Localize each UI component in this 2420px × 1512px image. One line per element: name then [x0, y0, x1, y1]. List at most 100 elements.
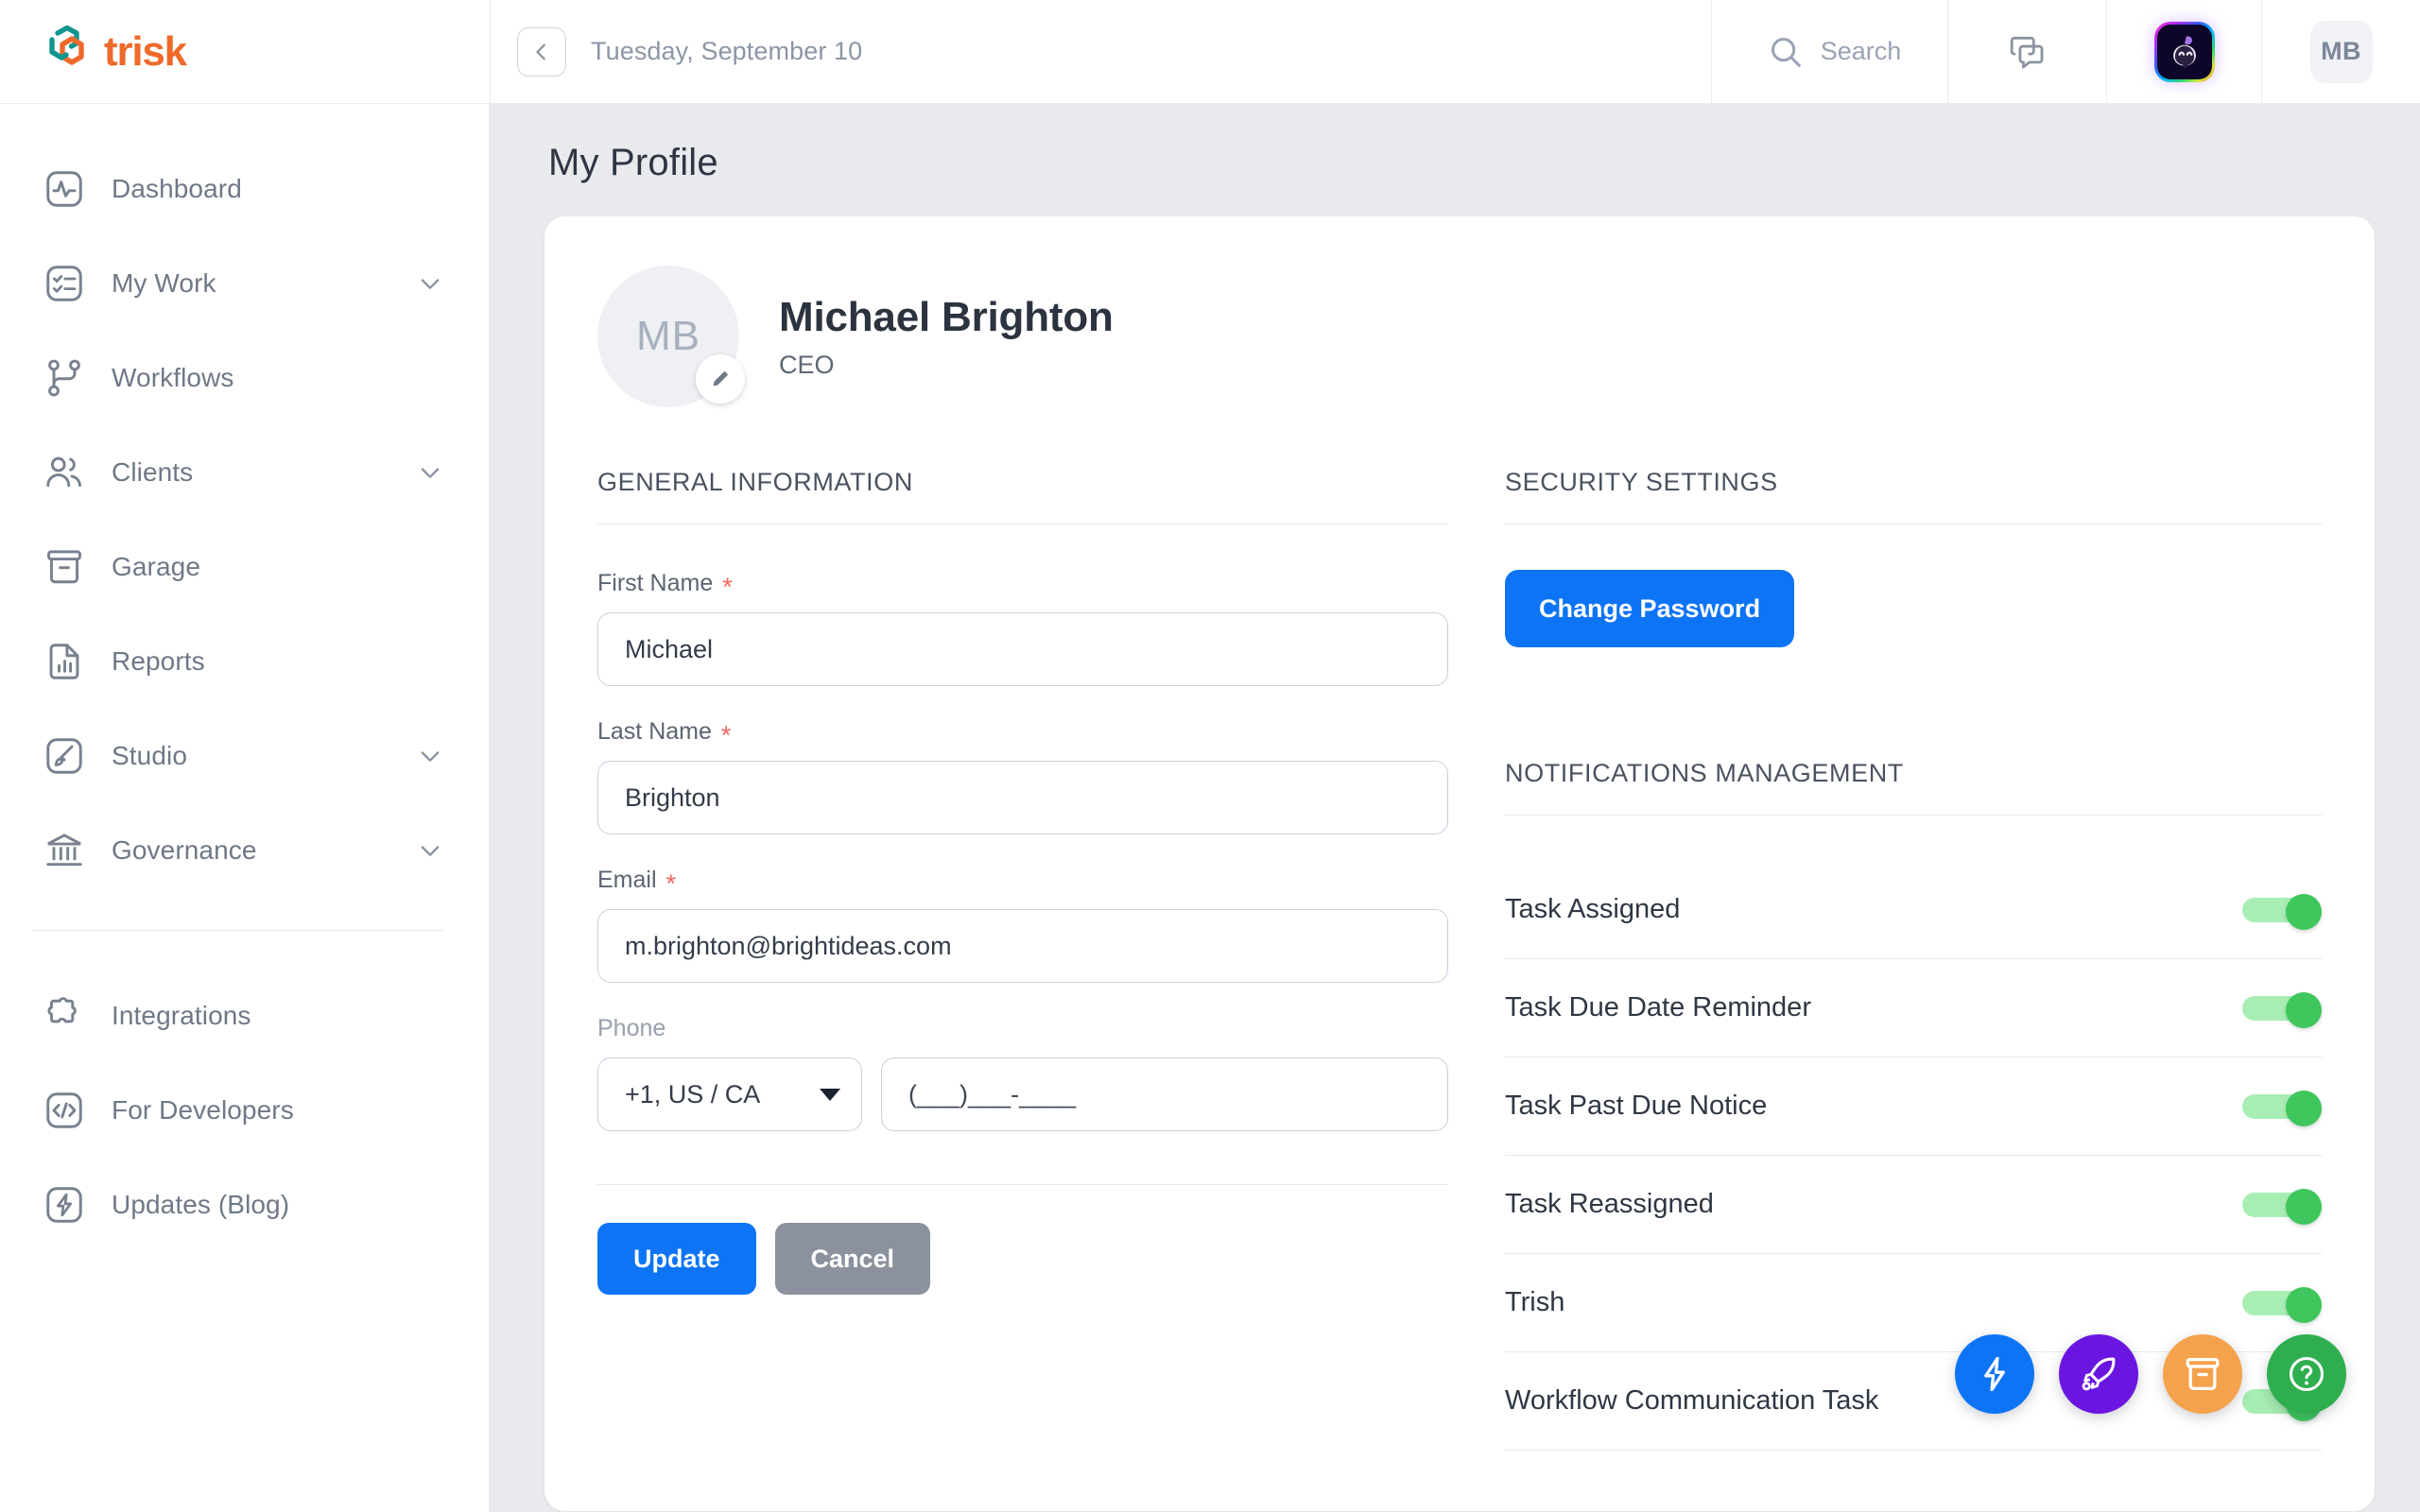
sidebar-item-governance[interactable]: Governance	[0, 803, 489, 898]
sidebar-item-label: Clients	[112, 457, 194, 487]
user-avatar-button[interactable]: MB	[2261, 0, 2420, 103]
brand-name: trisk	[104, 27, 187, 75]
sidebar-item-for-developers[interactable]: For Developers	[0, 1063, 489, 1158]
sidebar-item-studio[interactable]: Studio	[0, 709, 489, 803]
required-marker: *	[666, 869, 677, 898]
sidebar-item-label: Updates (Blog)	[112, 1190, 290, 1219]
update-button[interactable]: Update	[597, 1223, 756, 1295]
general-information-section: GENERAL INFORMATION First Name * Last Na…	[597, 468, 1448, 1451]
toggle-knob	[2286, 1188, 2322, 1225]
profile-avatar-wrap: MB	[597, 266, 745, 407]
profile-card: MB Michael Brighton CEO GENERAL INFORMAT…	[544, 216, 2375, 1511]
notification-toggle[interactable]	[2242, 991, 2322, 1028]
users-icon	[46, 456, 81, 488]
garage-fab[interactable]	[2163, 1334, 2242, 1414]
sidebar-item-label: Dashboard	[112, 174, 242, 203]
toggle-knob	[2286, 893, 2322, 930]
cancel-button[interactable]: Cancel	[774, 1223, 931, 1295]
rocket-icon	[2082, 1357, 2116, 1391]
sidebar-collapse-button[interactable]	[517, 26, 566, 77]
sidebar-item-workflows[interactable]: Workflows	[0, 331, 489, 425]
chevron-left-icon	[536, 43, 545, 60]
sidebar-item-garage[interactable]: Garage	[0, 520, 489, 614]
chevron-down-icon[interactable]	[417, 459, 443, 486]
sidebar-item-label: Workflows	[112, 363, 234, 392]
email-label-text: Email	[597, 867, 657, 893]
page-user-name: Michael Brighton	[779, 293, 1114, 340]
search-placeholder-label: Search	[1820, 37, 1902, 65]
notification-label: Trish	[1505, 1287, 1565, 1317]
form-actions: Update Cancel	[597, 1223, 1448, 1295]
archive-box-icon	[2186, 1357, 2220, 1391]
page-user-role: CEO	[779, 350, 835, 379]
avatar-edit-button[interactable]	[696, 354, 745, 404]
search-button[interactable]: Search	[1711, 0, 1947, 103]
sidebar-item-label: Garage	[112, 552, 200, 581]
activity-pulse-icon	[46, 171, 82, 207]
chevron-down-icon[interactable]	[417, 837, 443, 864]
ai-assistant-button[interactable]	[2106, 0, 2261, 103]
phone-field-group: Phone +1, US / CA	[597, 1015, 1448, 1131]
required-marker: *	[722, 573, 733, 601]
email-field[interactable]	[597, 909, 1448, 983]
topbar-actions: Search MB	[1711, 0, 2420, 103]
phone-label: Phone	[597, 1015, 1448, 1042]
pencil-icon	[713, 370, 729, 387]
email-field-group: Email *	[597, 867, 1448, 983]
sidebar-item-reports[interactable]: Reports	[0, 614, 489, 709]
notification-label: Task Reassigned	[1505, 1189, 1714, 1219]
toggle-knob	[2286, 1090, 2322, 1126]
section-title-notifications-management: NOTIFICATIONS MANAGEMENT	[1505, 759, 2322, 816]
launch-fab[interactable]	[2059, 1334, 2138, 1414]
notification-toggle[interactable]	[2242, 1188, 2322, 1225]
quick-actions-fab[interactable]	[1955, 1334, 2034, 1414]
first-name-label: First Name *	[597, 570, 1448, 601]
sidebar-item-updates-blog[interactable]: Updates (Blog)	[0, 1158, 489, 1252]
document-chart-icon	[49, 644, 79, 679]
floating-action-bar	[1955, 1334, 2346, 1414]
body-row: Dashboard My Work Workflows Clients Gara…	[0, 104, 2420, 1512]
sidebar-item-label: Reports	[112, 646, 205, 676]
sidebar: Dashboard My Work Workflows Clients Gara…	[0, 104, 490, 1512]
sidebar-item-integrations[interactable]: Integrations	[0, 969, 489, 1063]
archive-box-icon	[47, 550, 81, 584]
phone-number-input[interactable]	[881, 1057, 1448, 1131]
checklist-icon	[46, 266, 82, 301]
notification-label: Task Due Date Reminder	[1505, 992, 1811, 1022]
lightning-bolt-icon	[1984, 1356, 2005, 1392]
chevron-down-icon[interactable]	[417, 270, 443, 297]
paintbrush-icon	[46, 738, 82, 774]
main-content: My Profile MB Michael Brighton CEO GENER…	[490, 104, 2420, 1512]
change-password-button[interactable]: Change Password	[1505, 570, 1795, 647]
phone-country-code-value: +1, US / CA	[625, 1079, 761, 1108]
sidebar-item-clients[interactable]: Clients	[0, 425, 489, 520]
avatar: MB	[2309, 20, 2373, 83]
notification-label: Task Past Due Notice	[1505, 1091, 1768, 1121]
app-root: trisk Tuesday, September 10 Search MB Da…	[0, 0, 2420, 1512]
profile-columns: GENERAL INFORMATION First Name * Last Na…	[597, 468, 2322, 1451]
lightning-bolt-icon	[46, 1187, 82, 1223]
help-fab[interactable]	[2267, 1334, 2346, 1414]
notification-toggle[interactable]	[2242, 1286, 2322, 1323]
first-name-input[interactable]	[597, 612, 1448, 686]
chat-button[interactable]	[1947, 0, 2106, 103]
sidebar-item-my-work[interactable]: My Work	[0, 236, 489, 331]
last-name-input[interactable]	[597, 761, 1448, 834]
chevron-down-icon[interactable]	[417, 743, 443, 769]
notification-label: Workflow Communication Task	[1505, 1385, 1879, 1416]
notification-toggle[interactable]	[2242, 1090, 2322, 1126]
ai-mascot-icon	[2172, 35, 2196, 69]
brand-logo[interactable]: trisk	[0, 0, 490, 103]
sidebar-item-label: Studio	[112, 741, 187, 770]
notification-row: Task Past Due Notice	[1505, 1057, 2322, 1156]
first-name-label-text: First Name	[597, 570, 714, 596]
phone-country-code-select[interactable]: +1, US / CA	[597, 1057, 862, 1131]
section-title-security-settings: SECURITY SETTINGS	[1505, 468, 2322, 524]
notification-toggle[interactable]	[2242, 893, 2322, 930]
sidebar-item-label: Integrations	[112, 1001, 251, 1030]
toggle-knob	[2286, 991, 2322, 1028]
page-title: My Profile	[548, 142, 718, 183]
phone-row: +1, US / CA	[597, 1057, 1448, 1131]
sidebar-item-label: For Developers	[112, 1095, 294, 1125]
sidebar-item-dashboard[interactable]: Dashboard	[0, 142, 489, 236]
